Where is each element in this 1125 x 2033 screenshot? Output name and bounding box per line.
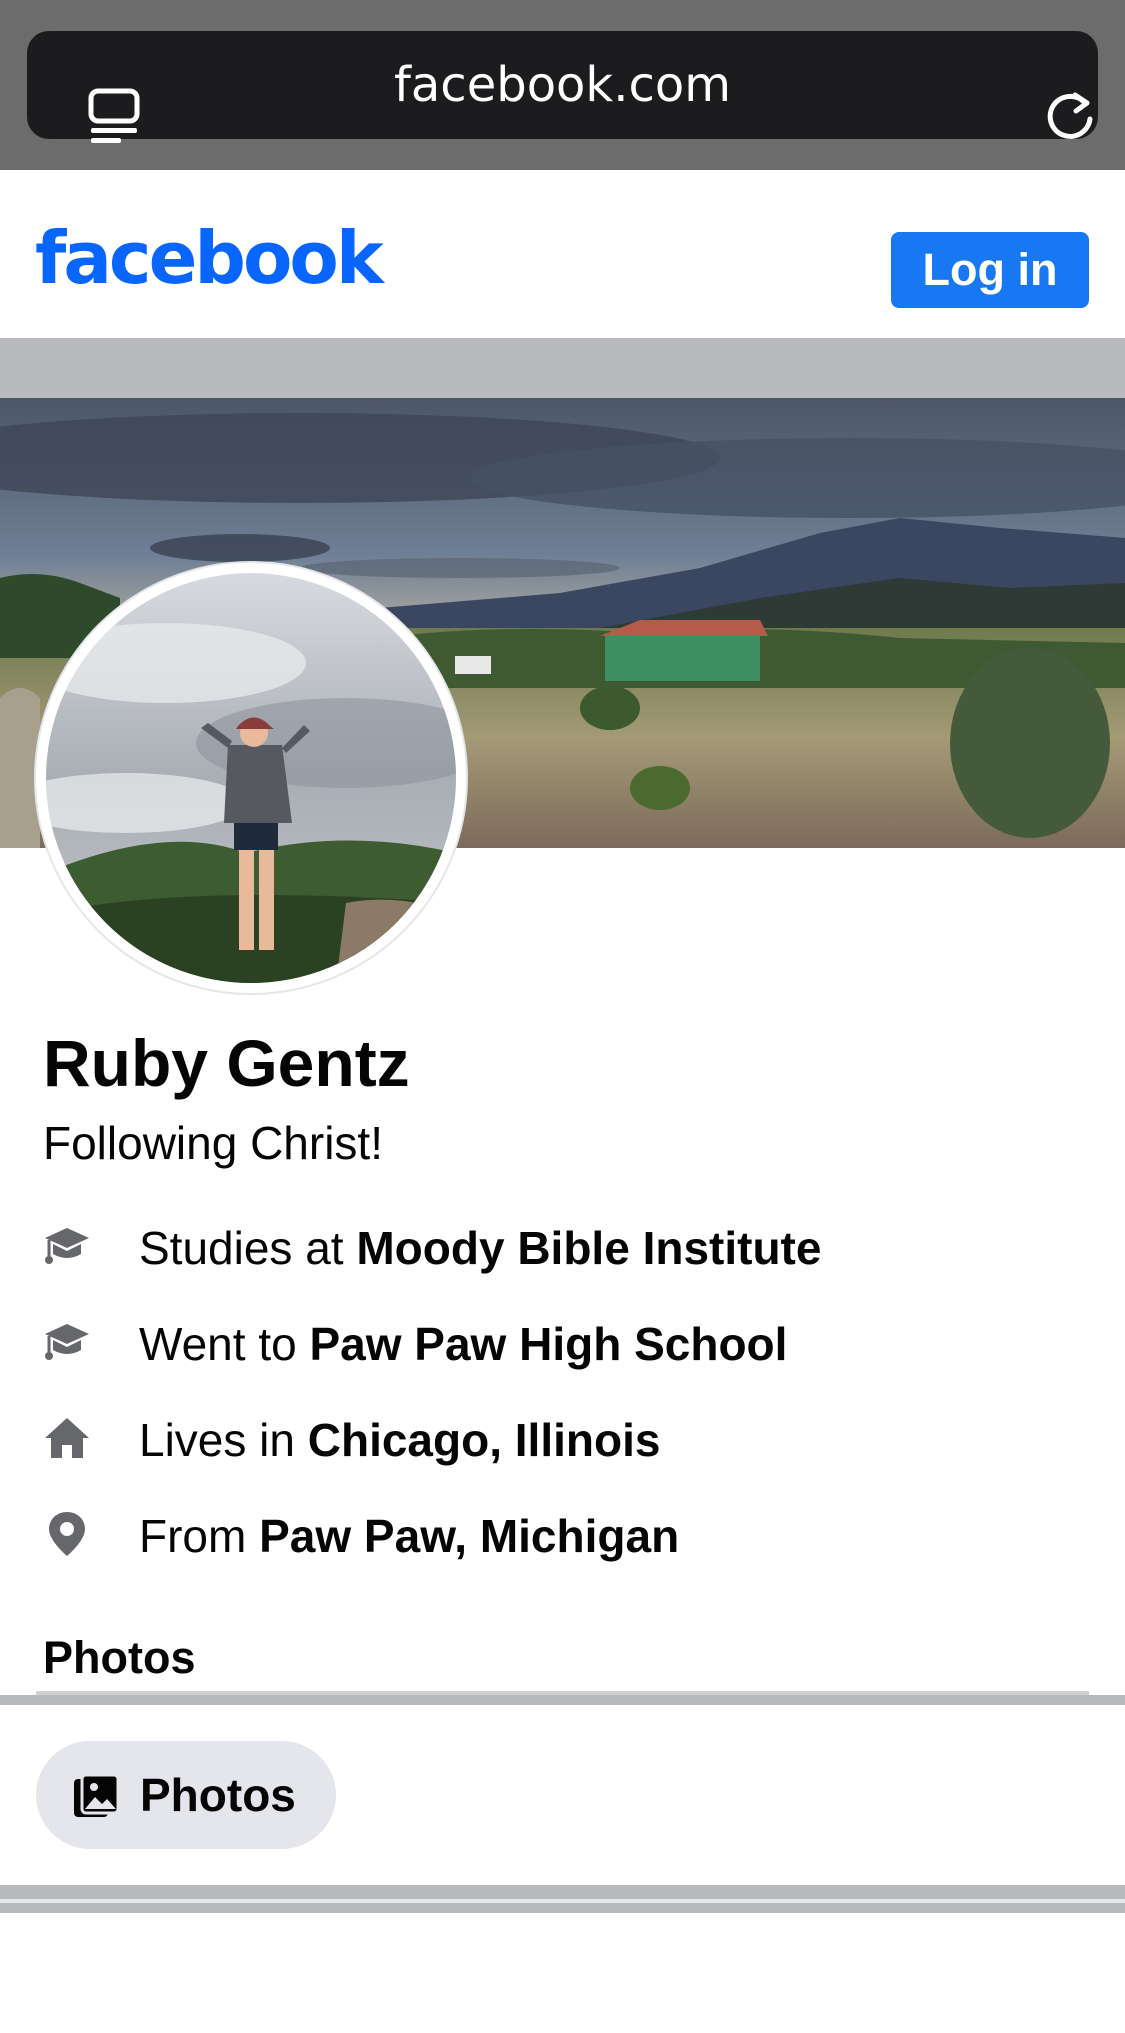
detail-prefix: From (139, 1510, 260, 1562)
section-divider (0, 1695, 1125, 1705)
detail-lives-in: Lives in Chicago, Illinois (43, 1410, 1083, 1470)
reload-icon[interactable] (1043, 89, 1097, 143)
address-bar[interactable]: facebook.com (27, 31, 1098, 143)
login-button[interactable]: Log in (891, 232, 1089, 308)
browser-chrome: facebook.com (0, 0, 1125, 170)
photos-section-title: Photos (43, 1632, 196, 1683)
school-link[interactable]: Paw Paw High School (309, 1318, 787, 1370)
graduation-cap-icon (45, 1324, 89, 1360)
home-icon (45, 1418, 89, 1458)
facebook-logo[interactable]: facebook (35, 222, 384, 294)
site-header: facebook Log in (0, 170, 1125, 338)
photos-button[interactable]: Photos (36, 1741, 336, 1849)
profile-name: Ruby Gentz (43, 1026, 410, 1100)
detail-went-to: Went to Paw Paw High School (43, 1314, 1083, 1374)
detail-studies-at: Studies at Moody Bible Institute (43, 1218, 1083, 1278)
detail-prefix: Went to (139, 1318, 310, 1370)
graduation-cap-icon (45, 1228, 89, 1264)
location-pin-icon (49, 1512, 85, 1556)
section-divider-line (0, 1899, 1125, 1903)
city-link[interactable]: Chicago, Illinois (308, 1414, 661, 1466)
section-divider (0, 1885, 1125, 1913)
school-link[interactable]: Moody Bible Institute (356, 1222, 821, 1274)
detail-prefix: Studies at (139, 1222, 357, 1274)
url-text[interactable]: facebook.com (27, 31, 1098, 139)
detail-prefix: Lives in (139, 1414, 308, 1466)
profile-picture[interactable] (36, 563, 466, 993)
photos-icon (74, 1773, 120, 1817)
detail-from: From Paw Paw, Michigan (43, 1506, 1083, 1566)
hometown-link[interactable]: Paw Paw, Michigan (259, 1510, 679, 1562)
header-divider (0, 338, 1125, 398)
profile-bio: Following Christ! (43, 1117, 383, 1169)
photos-button-label: Photos (140, 1769, 296, 1821)
